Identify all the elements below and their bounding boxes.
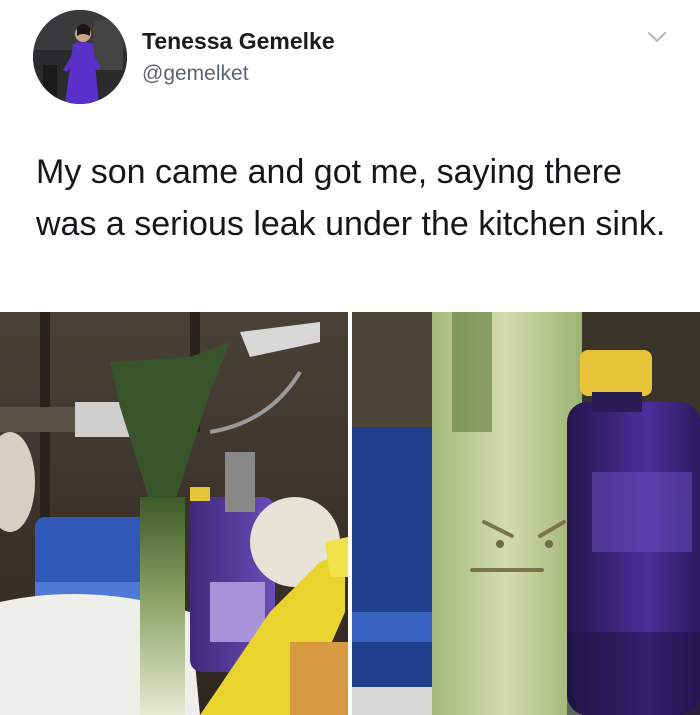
photo-leek-closeup[interactable] [352, 312, 700, 715]
tweet-header: Tenessa Gemelke @gemelket [0, 0, 700, 120]
avatar[interactable] [33, 10, 127, 104]
author-name[interactable]: Tenessa Gemelke [142, 28, 335, 55]
tweet-text: My son came and got me, saying there was… [36, 153, 666, 243]
tweet-media[interactable] [0, 312, 700, 715]
chevron-down-icon[interactable] [646, 28, 668, 46]
author-handle[interactable]: @gemelket [142, 62, 249, 86]
photo-under-sink[interactable] [0, 312, 348, 715]
